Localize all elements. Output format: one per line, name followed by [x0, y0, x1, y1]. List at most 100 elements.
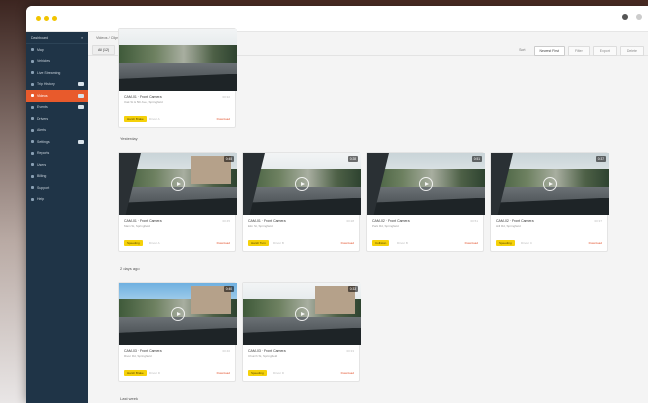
group-title: Yesterday	[120, 136, 138, 141]
sidebar-item-help[interactable]: Help	[26, 194, 88, 206]
app-window: Dashboard ≡ Map Vehicles Live Streaming Tri…	[26, 6, 648, 403]
duration-badge: 0:33	[347, 286, 358, 292]
sidebar-item-videos[interactable]: Videos	[26, 90, 88, 102]
duration-badge: 0:45	[223, 156, 234, 162]
download-link[interactable]: Download	[341, 241, 354, 245]
notification-icon[interactable]	[622, 14, 628, 20]
sidebar-item-support[interactable]: Support	[26, 182, 88, 194]
video-card[interactable]: 0:28 CAM-01 · Front Camera Elm St, Sprin…	[242, 152, 361, 252]
breadcrumb[interactable]: Videos / Clips	[96, 36, 119, 40]
card-title: CAM-01 · Front Camera	[248, 219, 286, 223]
play-icon[interactable]	[295, 177, 309, 191]
sidebar-item-billing[interactable]: Billing	[26, 171, 88, 183]
sidebar-item-alerts[interactable]: Alerts	[26, 125, 88, 137]
play-icon[interactable]	[419, 177, 433, 191]
card-duration: 00:37	[594, 219, 602, 223]
sidebar-item-label: Live Streaming	[37, 70, 61, 75]
sidebar-item-events[interactable]: Events	[26, 102, 88, 114]
video-thumbnail[interactable]	[119, 29, 237, 91]
card-location: Hill Rd, Springfield	[496, 224, 521, 228]
video-thumbnail[interactable]: 0:33	[243, 283, 361, 345]
event-tag[interactable]: Harsh Brake	[124, 370, 147, 376]
play-icon[interactable]	[295, 307, 309, 321]
video-card[interactable]: 0:45 CAM-01 · Front Camera Main St, Spri…	[118, 152, 237, 252]
event-tag[interactable]: Harsh Brake	[124, 116, 147, 122]
nav-icon	[31, 163, 34, 167]
delete-button[interactable]: Delete	[619, 46, 644, 56]
video-card[interactable]: 0:33 CAM-03 · Front Camera Church St, Sp…	[242, 282, 361, 382]
sidebar-header: Dashboard ≡	[26, 32, 88, 44]
export-button[interactable]: Export	[592, 46, 617, 56]
group-title: 2 days ago	[120, 266, 140, 271]
video-thumbnail[interactable]: 0:51	[367, 153, 485, 215]
sidebar-item-users[interactable]: Users	[26, 159, 88, 171]
sidebar-item-drivers[interactable]: Drivers	[26, 113, 88, 125]
event-tag[interactable]: Speeding	[248, 370, 267, 376]
driver-label: Driver D	[149, 371, 160, 375]
video-card[interactable]: CAM-01 · Front Camera Oak St & 5th Ave, …	[118, 28, 237, 128]
filter-button[interactable]: Filter	[567, 46, 590, 56]
driver-label: Driver A	[149, 241, 160, 245]
video-thumbnail[interactable]: 0:40	[119, 283, 237, 345]
sidebar-item-label: Support	[37, 185, 50, 190]
nav-icon	[31, 174, 34, 178]
card-title: CAM-02 · Front Camera	[372, 219, 410, 223]
count-badge	[78, 139, 84, 144]
download-link[interactable]: Download	[217, 241, 230, 245]
count-badge	[78, 93, 84, 98]
driver-label: Driver A	[149, 117, 160, 121]
nav-icon	[31, 59, 34, 63]
main-content: Videos / Clips All (12) Uploaded Process…	[88, 28, 648, 403]
collapse-icon[interactable]: ≡	[81, 36, 83, 40]
video-thumbnail[interactable]: 0:28	[243, 153, 361, 215]
download-link[interactable]: Download	[341, 371, 354, 375]
video-card[interactable]: 0:51 CAM-02 · Front Camera Park Rd, Spri…	[366, 152, 485, 252]
duration-badge: 0:40	[223, 286, 234, 292]
nav-icon	[31, 140, 34, 144]
card-duration: 00:33	[346, 349, 354, 353]
card-duration: 00:28	[346, 219, 354, 223]
sidebar-item-label: Map	[37, 47, 44, 52]
event-tag[interactable]: Harsh Turn	[248, 240, 269, 246]
user-avatar[interactable]	[636, 14, 642, 20]
nav-icon	[31, 94, 34, 98]
play-icon[interactable]	[171, 177, 185, 191]
video-grid: Yesterday 2 days ago Last week CAM-01 · …	[88, 28, 648, 403]
nav-icon	[31, 117, 34, 121]
nav-icon	[31, 186, 34, 190]
card-location: Main St, Springfield	[124, 224, 151, 228]
sort-select[interactable]: Newest First	[533, 46, 565, 56]
sidebar-item-trip-history[interactable]: Trip History	[26, 79, 88, 91]
nav-icon	[31, 105, 34, 109]
driver-label: Driver B	[397, 241, 408, 245]
video-thumbnail[interactable]: 0:45	[119, 153, 237, 215]
event-tag[interactable]: Collision	[372, 240, 390, 246]
sidebar-item-reports[interactable]: Reports	[26, 148, 88, 160]
sidebar-item-label: Videos	[37, 93, 48, 98]
driver-label: Driver B	[273, 241, 284, 245]
video-card[interactable]: 0:40 CAM-03 · Front Camera River Rd, Spr…	[118, 282, 237, 382]
play-icon[interactable]	[171, 307, 185, 321]
sidebar-item-vehicles[interactable]: Vehicles	[26, 56, 88, 68]
sidebar-item-map[interactable]: Map	[26, 44, 88, 56]
sidebar-item-live-streaming[interactable]: Live Streaming	[26, 67, 88, 79]
download-link[interactable]: Download	[465, 241, 478, 245]
duration-badge: 0:51	[471, 156, 482, 162]
play-icon[interactable]	[543, 177, 557, 191]
download-link[interactable]: Download	[217, 117, 230, 121]
download-link[interactable]: Download	[589, 241, 602, 245]
video-thumbnail[interactable]: 0:37	[491, 153, 609, 215]
nav-icon	[31, 71, 34, 75]
tab-all[interactable]: All (12)	[92, 44, 116, 55]
sidebar-item-label: Reports	[37, 151, 50, 156]
count-badge	[78, 82, 84, 87]
event-tag[interactable]: Speeding	[496, 240, 515, 246]
logo[interactable]	[36, 16, 57, 21]
download-link[interactable]: Download	[217, 371, 230, 375]
sidebar-item-label: Help	[37, 197, 45, 202]
sidebar-item-settings[interactable]: Settings	[26, 136, 88, 148]
video-card[interactable]: 0:37 CAM-02 · Front Camera Hill Rd, Spri…	[490, 152, 609, 252]
card-duration: 00:51	[470, 219, 478, 223]
event-tag[interactable]: Speeding	[124, 240, 143, 246]
card-title: CAM-03 · Front Camera	[124, 349, 162, 353]
